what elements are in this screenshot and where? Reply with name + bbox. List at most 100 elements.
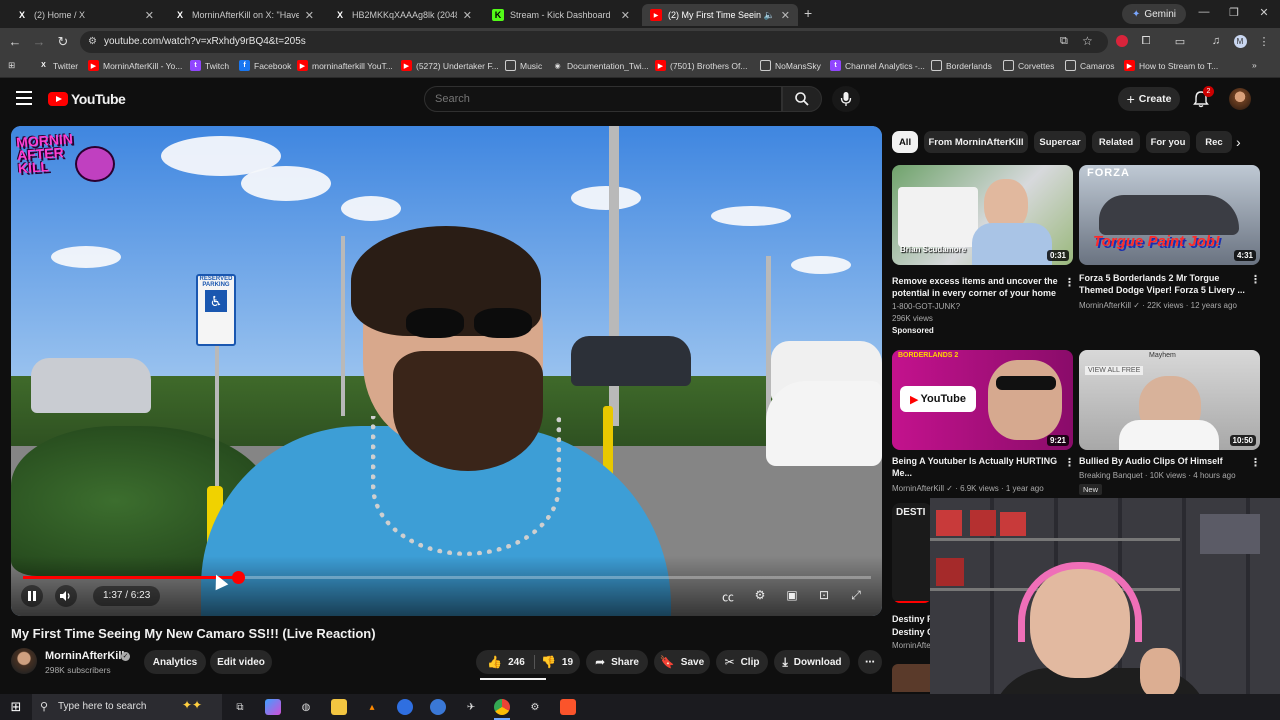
rec-thumbnail[interactable] — [892, 664, 930, 692]
taskbar-search[interactable]: ⚲ Type here to search ✦✦ — [32, 694, 222, 720]
browser-tab-youtube[interactable]: ▶ (2) My First Time Seeing My 🔈 ✕ — [642, 4, 798, 26]
reload-icon[interactable]: ↻ — [54, 34, 72, 50]
gemini-button[interactable]: ✦ Gemini — [1122, 4, 1186, 24]
edit-video-button[interactable]: Edit video — [210, 650, 272, 674]
close-tab-icon[interactable]: ✕ — [145, 9, 154, 22]
rec-thumbnail[interactable]: Brian Scudamore 0:31 — [892, 165, 1073, 265]
new-tab-icon[interactable]: + — [804, 5, 812, 21]
apps-grid-icon[interactable]: ⊞ — [8, 60, 15, 71]
cast-icon[interactable]: ⊡ — [815, 588, 833, 606]
progress-bar[interactable] — [23, 571, 871, 584]
bookmark-twitter[interactable]: X Twitter — [38, 60, 78, 71]
create-button[interactable]: + Create — [1118, 87, 1180, 111]
windows-start-icon[interactable]: ⊞ — [8, 699, 24, 715]
bookmark-facebook[interactable]: f Facebook — [239, 60, 291, 71]
miniplayer-icon[interactable]: ▣ — [783, 588, 801, 606]
bookmark-undertaker[interactable]: ▶ (5272) Undertaker F... — [401, 60, 499, 71]
chrome-icon[interactable] — [494, 699, 510, 715]
app-blue2-icon[interactable] — [430, 699, 446, 715]
sidepanel-icon[interactable]: ▭ — [1172, 35, 1188, 48]
task-view-icon[interactable]: ⧉ — [232, 699, 248, 715]
captions-icon[interactable]: ㏄ — [719, 588, 737, 606]
bookmark-morninafterkill-yt2[interactable]: ▶ morninafterkill YouT... — [297, 60, 393, 71]
chip-all[interactable]: All — [892, 131, 918, 153]
extensions-puzzle-icon[interactable]: ⧠ — [1138, 35, 1154, 48]
more-vertical-icon[interactable]: ⋮ — [1064, 456, 1075, 469]
rec-thumbnail[interactable]: FORZA Torgue Paint Job! 4:31 — [1079, 165, 1260, 265]
browser-tab-image[interactable]: X HB2MKKqXAAAg8lk (2048×153 ✕ — [326, 4, 480, 26]
dislike-button[interactable]: 👎 19 — [536, 650, 578, 674]
bookmark-channel-analytics[interactable]: t Channel Analytics -... — [830, 60, 925, 71]
copilot-icon[interactable] — [265, 699, 281, 715]
browser-tab-x-home[interactable]: X (2) Home / X ✕ — [8, 4, 162, 26]
address-bar[interactable]: ⚙ youtube.com/watch?v=xRxhdy9rBQ4&t=205s… — [80, 31, 1108, 53]
close-tab-icon[interactable]: ✕ — [305, 9, 314, 22]
close-window-icon[interactable]: ✕ — [1254, 6, 1274, 19]
more-actions-button[interactable]: ⋯ — [858, 650, 882, 674]
share-button[interactable]: ➦ Share — [586, 650, 648, 674]
settings-gear-icon[interactable]: ⚙ — [751, 588, 769, 606]
rec-title[interactable]: Destiny F — [892, 613, 930, 625]
search-input[interactable] — [435, 93, 765, 105]
extension-red-icon[interactable] — [1114, 35, 1130, 50]
rec-title[interactable]: Bullied By Audio Clips Of Himself — [1079, 455, 1247, 467]
download-button[interactable]: ⤓ Download — [774, 650, 850, 674]
like-button[interactable]: 👍 246 — [478, 650, 534, 674]
media-controls-icon[interactable]: ♫ — [1208, 35, 1224, 47]
site-info-icon[interactable]: ⚙ — [88, 36, 97, 47]
pause-button[interactable] — [21, 585, 43, 607]
bookmark-folder-corvettes[interactable]: Corvettes — [1003, 60, 1054, 71]
hamburger-menu-icon[interactable] — [16, 91, 32, 105]
more-bookmarks-icon[interactable]: » — [1252, 60, 1257, 70]
app-dark-icon[interactable]: ✈ — [463, 699, 479, 715]
save-button[interactable]: 🔖 Save — [654, 650, 710, 674]
bookmark-twitch[interactable]: t Twitch — [190, 60, 229, 71]
more-vertical-icon[interactable]: ⋮ — [1064, 276, 1075, 289]
bookmark-how-to-stream[interactable]: ▶ How to Stream to T... — [1124, 60, 1218, 71]
clip-button[interactable]: ✂ Clip — [716, 650, 768, 674]
bookmark-morninafterkill-youtube[interactable]: ▶ MorninAfterKill - Yo... — [88, 60, 182, 71]
channel-avatar[interactable] — [11, 648, 37, 674]
bookmark-folder-borderlands[interactable]: Borderlands — [931, 60, 992, 71]
app-blue-icon[interactable] — [397, 699, 413, 715]
menu-kebab-icon[interactable]: ⋮ — [1256, 35, 1272, 48]
chip-related[interactable]: Related — [1092, 131, 1140, 153]
analytics-button[interactable]: Analytics — [144, 650, 206, 674]
chip-supercar[interactable]: Supercar — [1034, 131, 1086, 153]
brave-icon[interactable] — [560, 699, 576, 715]
browser-tab-x-post[interactable]: X MorninAfterKill on X: "Haven't s ✕ — [166, 4, 322, 26]
back-icon[interactable]: ← — [6, 34, 24, 49]
search-button[interactable] — [782, 86, 822, 112]
rec-title[interactable]: Being A Youtuber Is Actually HURTING Me.… — [892, 455, 1060, 479]
bookmark-folder-camaros[interactable]: Camaros — [1065, 60, 1114, 71]
volume-button[interactable] — [55, 585, 77, 607]
close-tab-icon[interactable]: ✕ — [463, 9, 472, 22]
browser-tab-kick[interactable]: K Stream - Kick Dashboard ✕ — [484, 4, 638, 26]
bookmark-folder-nomanssky[interactable]: NoMansSky — [760, 60, 821, 71]
chip-from-channel[interactable]: From MorninAfterKill — [924, 131, 1028, 153]
bookmark-documentation[interactable]: ◉ Documentation_Twi... — [552, 60, 648, 71]
channel-name[interactable]: MorninAfterKill — [45, 650, 124, 662]
app-icon[interactable]: ▴ — [364, 699, 380, 715]
settings-gear-icon[interactable]: ⚙ — [527, 699, 543, 715]
rec-thumbnail[interactable]: BORDERLANDS 2 ▶ YouTube 9:21 — [892, 350, 1073, 450]
file-explorer-icon[interactable] — [331, 699, 347, 715]
restore-icon[interactable]: ❐ — [1224, 6, 1244, 19]
chip-for-you[interactable]: For you — [1146, 131, 1190, 153]
close-tab-icon[interactable]: ✕ — [781, 9, 790, 22]
youtube-logo[interactable]: YouTube — [48, 91, 126, 107]
chip-recent[interactable]: Rec — [1196, 131, 1232, 153]
minimize-icon[interactable]: — — [1194, 6, 1214, 18]
more-vertical-icon[interactable]: ⋮ — [1250, 273, 1261, 286]
bookmark-star-icon[interactable]: ☆ — [1082, 34, 1093, 48]
voice-search-button[interactable] — [832, 86, 860, 112]
fullscreen-icon[interactable]: ⤢ — [847, 588, 865, 606]
rec-thumbnail[interactable]: Mayhem VIEW ALL FREE 10:50 — [1079, 350, 1260, 450]
rec-title[interactable]: Remove excess items and uncover the pote… — [892, 275, 1060, 299]
bookmark-folder-music[interactable]: Music — [505, 60, 542, 71]
rec-title[interactable]: Forza 5 Borderlands 2 Mr Torgue Themed D… — [1079, 272, 1247, 296]
account-avatar[interactable] — [1229, 88, 1251, 110]
forward-icon[interactable]: → — [30, 34, 48, 49]
video-player[interactable]: RESERVED PARKING ♿ MORNIN AFTER KILL 1:3… — [11, 126, 882, 616]
install-app-icon[interactable]: ⧉ — [1060, 35, 1068, 48]
